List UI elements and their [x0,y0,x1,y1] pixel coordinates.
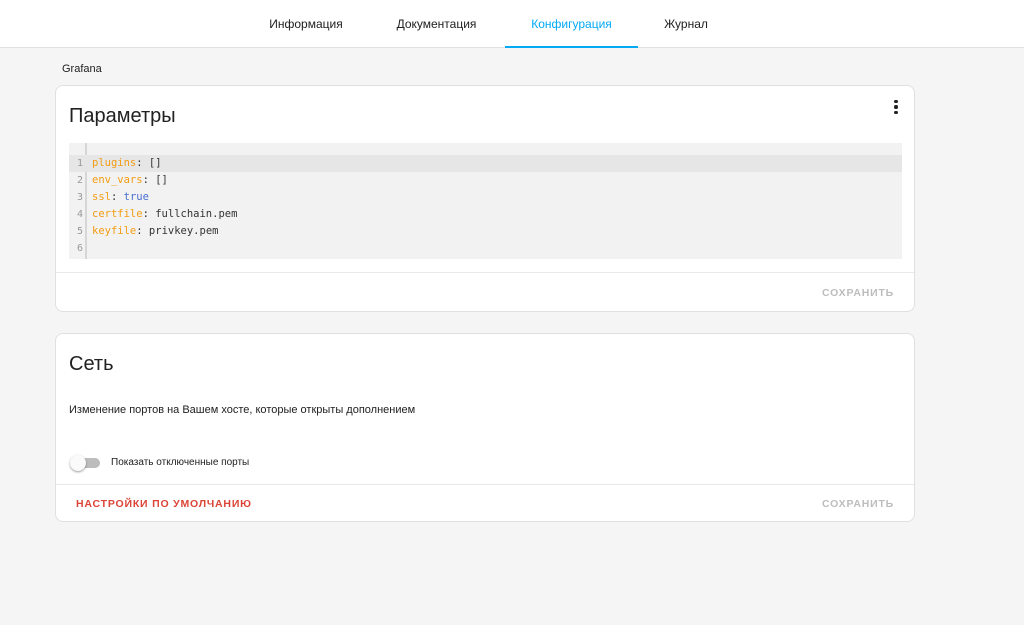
code-line: 5 keyfile: privkey.pem [69,223,902,240]
yaml-key: certfile [92,208,143,220]
tab-info[interactable]: Информация [258,0,354,48]
more-vert-icon[interactable] [888,96,904,118]
line-number: 4 [76,209,83,220]
line-number: 6 [76,243,83,254]
yaml-key: env_vars [92,174,143,186]
yaml-value: [] [155,174,168,186]
save-button[interactable]: СОХРАНИТЬ [822,498,894,510]
code-line: 1 plugins: [] [69,155,902,172]
yaml-value: [] [148,157,162,169]
tab-log[interactable]: Журнал [650,0,722,48]
code-line: 4 certfile: fullchain.pem [69,206,902,223]
card-title: Параметры [69,105,176,127]
code-line: 6 [69,240,902,257]
line-number: 3 [76,192,83,203]
line-number: 5 [76,226,83,237]
toggle-label: Показать отключенные порты [111,457,250,468]
line-number: 2 [76,175,83,186]
breadcrumb: Grafana [62,63,102,75]
yaml-value: privkey.pem [148,225,219,237]
card-divider [56,484,914,485]
card-title: Сеть [69,353,114,375]
line-number: 1 [76,158,83,169]
yaml-key: ssl [92,191,111,203]
reset-defaults-button[interactable]: НАСТРОЙКИ ПО УМОЛЧАНИЮ [76,498,252,510]
code-line: 2 env_vars: [] [69,172,902,189]
network-card: Сеть Изменение портов на Вашем хосте, ко… [55,333,915,522]
save-button[interactable]: СОХРАНИТЬ [822,287,894,299]
network-description: Изменение портов на Вашем хосте, которые… [69,404,416,416]
params-card: Параметры 1 plugins: [] 2 env_vars: [] 3 ssl:… [55,85,915,312]
tab-configuration[interactable]: Конфигурация [505,0,638,48]
toggle-thumb [70,455,86,471]
code-line: 3 ssl: true [69,189,902,206]
yaml-key: plugins [92,157,137,169]
card-divider [56,272,914,273]
tab-documentation[interactable]: Документация [383,0,490,48]
yaml-editor[interactable]: 1 plugins: [] 2 env_vars: [] 3 ssl: true 4 cert… [69,143,902,259]
show-disabled-ports-toggle[interactable] [70,455,100,471]
yaml-value: true [123,191,149,203]
yaml-key: keyfile [92,225,137,237]
tab-bar: Информация Документация Конфигурация Жур… [0,0,1024,48]
yaml-value: fullchain.pem [155,208,238,220]
